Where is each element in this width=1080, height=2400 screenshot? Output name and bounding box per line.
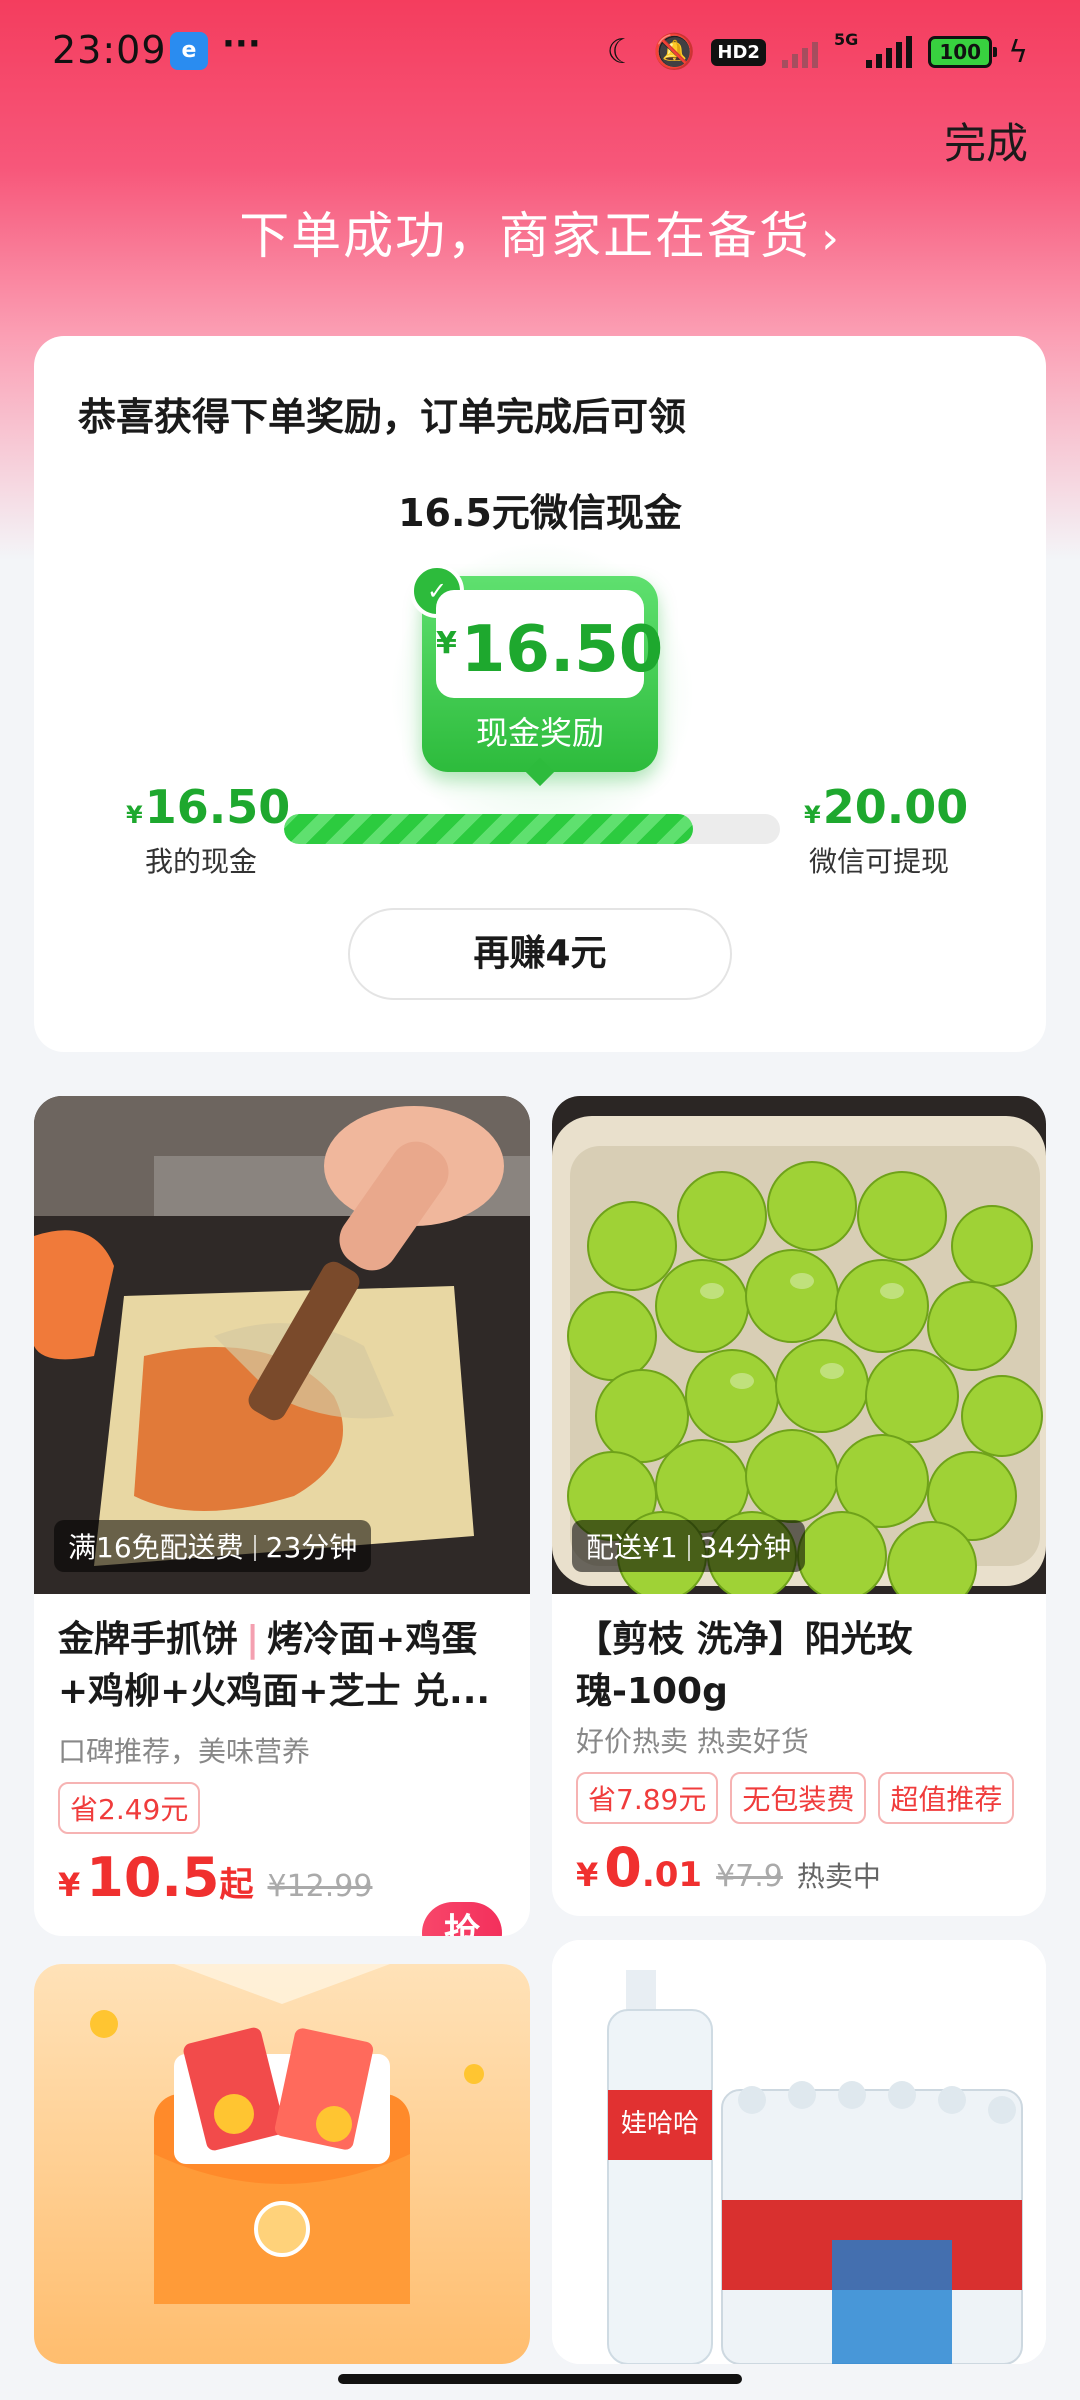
price-value: 10.5 [86, 1846, 220, 1909]
done-button[interactable]: 完成 [944, 110, 1028, 171]
original-price: ¥7.9 [716, 1859, 783, 1894]
chevron-right-icon: › [821, 213, 841, 264]
price-row: ¥0.01 ¥7.9 热卖中 [576, 1836, 881, 1899]
product-image-grapes[interactable]: 配送¥1 34分钟 [552, 1096, 1046, 1594]
price-value: 0 [604, 1836, 642, 1899]
my-cash-amount: ¥16.50 [126, 780, 291, 834]
order-status-link[interactable]: 下单成功，商家正在备货 › [0, 196, 1080, 268]
earn-more-button[interactable]: 再赚4元 [348, 908, 732, 1000]
my-cash-label: 我的现金 [144, 845, 257, 878]
hot-sale-note: 热卖中 [796, 1860, 881, 1893]
price-suffix: 起 [219, 1865, 254, 1905]
my-cash: ¥16.50 我的现金 [126, 780, 291, 880]
svg-text:娃哈哈: 娃哈哈 [621, 2109, 699, 2139]
home-indicator[interactable] [338, 2374, 742, 2384]
reward-title: 恭喜获得下单奖励，订单完成后可领 [78, 395, 687, 439]
product-subtitle: 口碑推荐，美味营养 [58, 1735, 311, 1768]
no-packaging-fee-chip: 无包装费 [730, 1772, 867, 1824]
product-title: 【剪枝 洗净】阳光玫瑰-100g [576, 1619, 913, 1712]
original-price: ¥12.99 [267, 1869, 373, 1904]
order-status-text: 下单成功，商家正在备货 [239, 207, 812, 265]
water-bottles-photo: 娃哈哈 [552, 1940, 1046, 2364]
grab-button[interactable]: 抢 [422, 1902, 502, 1936]
status-icons: ☾ 🔕 HD2 5G 100 ϟ [607, 30, 1028, 74]
savings-chip: 省7.89元 [576, 1772, 719, 1824]
signal-icon [866, 36, 913, 68]
status-time: 23:09 [52, 28, 167, 72]
moon-icon: ☾ [606, 32, 638, 72]
delivery-tag: 满16免配送费 23分钟 [54, 1520, 372, 1572]
bell-muted-icon: 🔕 [653, 32, 696, 72]
more-notifications-icon: ··· [222, 24, 261, 64]
coupon-amount: ¥16.50 [436, 613, 664, 687]
delivery-tag: 配送¥1 34分钟 [572, 1520, 806, 1572]
product-card[interactable]: 娃哈哈 [552, 1940, 1046, 2364]
signal-weak-icon [781, 36, 818, 68]
cash-progress-fill [284, 814, 694, 844]
withdraw-label: 微信可提现 [808, 845, 949, 878]
price-decimal: .01 [641, 1855, 703, 1895]
coupon-label: 现金奖励 [475, 714, 604, 752]
red-packet-illustration [34, 1964, 530, 2364]
status-bar: 23:09 e ··· ☾ 🔕 HD2 5G 100 ϟ [0, 0, 1080, 104]
price-currency: ¥ [576, 1856, 599, 1894]
network-type: 5G [833, 30, 859, 49]
product-card[interactable]: 满16免配送费 23分钟 金牌手抓饼 | 烤冷面+鸡蛋+鸡柳+火鸡面+芝士 兑... … [34, 1096, 530, 1936]
promo-card-red-packet[interactable] [34, 1964, 530, 2364]
cash-progress-bar [284, 814, 780, 844]
product-card[interactable]: 配送¥1 34分钟 【剪枝 洗净】阳光玫瑰-100g 好价热卖 热卖好货 省7.8… [552, 1096, 1046, 1916]
charging-icon: ϟ [1008, 34, 1028, 70]
withdraw-threshold: ¥20.00 微信可提现 [804, 780, 969, 880]
product-title: 金牌手抓饼 | 烤冷面+鸡蛋+鸡柳+火鸡面+芝士 兑... [58, 1619, 491, 1712]
value-recommend-chip: 超值推荐 [878, 1772, 1015, 1824]
cash-title: 16.5元微信现金 [398, 491, 682, 535]
withdraw-amount: ¥20.00 [804, 780, 969, 834]
hd-badge: HD2 [711, 38, 766, 66]
cash-coupon: ✓ ¥16.50 现金奖励 [410, 564, 663, 772]
product-subtitle: 好价热卖 热卖好货 [576, 1725, 809, 1758]
promo-chips: 省2.49元 [58, 1782, 201, 1834]
app-notification-icon: e [170, 32, 208, 70]
savings-chip: 省2.49元 [58, 1782, 201, 1834]
coupon-amount-box: ¥16.50 [436, 590, 663, 698]
battery-icon: 100 [928, 36, 998, 68]
price-row: ¥10.5 起 ¥12.99 [58, 1846, 372, 1909]
product-image-pancake[interactable]: 满16免配送费 23分钟 [34, 1096, 530, 1594]
reward-card: 恭喜获得下单奖励，订单完成后可领 16.5元微信现金 ✓ ¥16.50 现金奖励… [34, 336, 1046, 1052]
promo-chips: 省7.89元 无包装费 超值推荐 [576, 1772, 1015, 1824]
price-currency: ¥ [58, 1866, 81, 1904]
